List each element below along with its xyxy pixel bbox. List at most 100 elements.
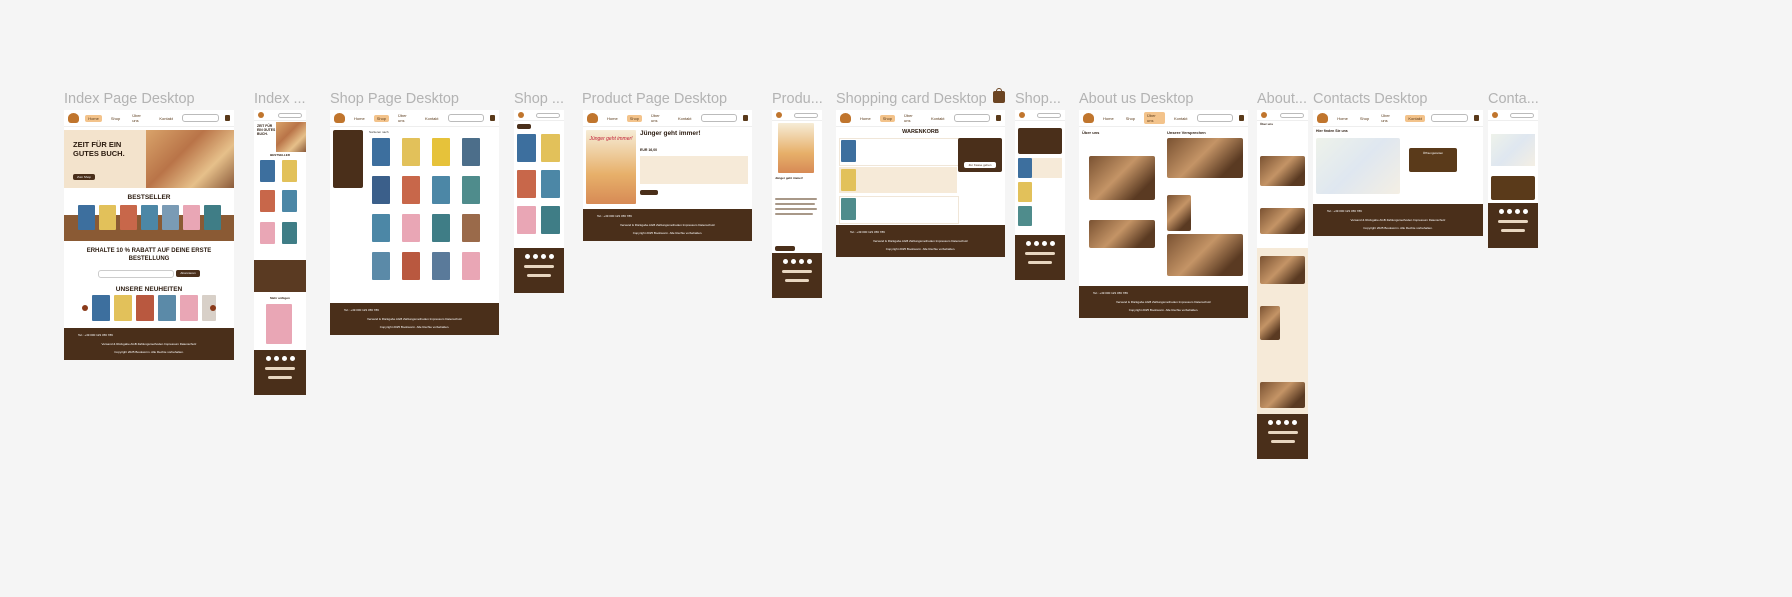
search-input[interactable] [700,114,738,122]
book-cover[interactable] [183,205,200,230]
search-input[interactable] [1196,114,1234,122]
book-cover[interactable] [1018,158,1032,178]
frame-label-product-desktop[interactable]: Product Page Desktop [582,91,762,107]
frame-label-product-mobile[interactable]: Produ... [772,91,824,107]
book-cover[interactable] [841,140,856,162]
nav-home[interactable]: Home [604,115,621,122]
nav-home[interactable]: Home [351,115,368,122]
shop-mobile-frame[interactable] [514,110,564,293]
cart-icon[interactable] [743,115,748,121]
cart-item[interactable] [839,167,957,193]
book-cover[interactable] [158,295,176,321]
index-desktop-frame[interactable]: Home Shop Über uns Kontakt ZEIT FÜR EIN … [64,110,234,360]
book-cover[interactable] [541,206,560,234]
book-cover[interactable] [120,205,137,230]
sort-label[interactable]: Sortieren nach [369,130,389,134]
book-cover[interactable] [1018,182,1032,202]
shop-desktop-frame[interactable]: Home Shop Über uns Kontakt Sortieren nac… [330,110,499,335]
frame-label-cart-mobile[interactable]: Shop... [1015,91,1067,107]
nav-about[interactable]: Über uns [901,112,922,124]
nav-about[interactable]: Über uns [129,112,150,124]
frame-label-about-desktop[interactable]: About us Desktop [1079,91,1249,107]
add-to-cart-button[interactable] [775,246,795,251]
book-cover[interactable] [282,160,297,182]
book-cover[interactable] [462,138,480,166]
nav-shop[interactable]: Shop [1123,115,1138,122]
product-mobile-frame[interactable]: Jünger geht immer! [772,110,822,298]
book-cover[interactable] [266,304,292,344]
category-sidebar[interactable] [333,130,363,188]
footer-links[interactable]: Versand & Rückgabe AGB Zahlungsmethoden … [1313,218,1483,222]
nav-shop[interactable]: Shop [373,114,390,122]
book-cover[interactable] [204,205,221,230]
nav-home[interactable]: Home [1334,115,1351,122]
cart-desktop-frame[interactable]: Home Shop Über uns Kontakt WARENKORB Zur… [836,110,1005,257]
book-cover[interactable] [372,138,390,166]
filter-button[interactable] [517,124,531,129]
footer-links[interactable]: Versand & Rückgabe AGB Zahlungsmethoden … [1079,300,1248,304]
nav-about[interactable]: Über uns [1144,112,1165,124]
book-cover[interactable] [402,176,420,204]
nav-contact[interactable]: Kontakt [1171,115,1191,122]
cart-icon[interactable] [1239,115,1244,121]
frame-label-about-mobile[interactable]: About... [1257,91,1309,107]
book-cover[interactable] [92,295,110,321]
book-cover[interactable] [180,295,198,321]
book-cover[interactable] [136,295,154,321]
nav-contact[interactable]: Kontakt [422,115,442,122]
frame-label-shop-mobile[interactable]: Shop ... [514,91,566,107]
book-cover[interactable] [541,170,560,198]
book-cover[interactable] [99,205,116,230]
book-cover[interactable] [162,205,179,230]
book-cover[interactable] [841,198,856,220]
book-cover[interactable] [462,252,480,280]
hero-shop-button[interactable]: Zum Shop [73,174,95,180]
search-input[interactable] [181,114,220,122]
book-cover[interactable] [517,134,536,162]
nav-shop[interactable]: Shop [626,114,643,122]
carousel-next-button[interactable] [210,305,216,311]
book-cover[interactable] [402,252,420,280]
book-cover[interactable] [517,170,536,198]
search-input[interactable] [278,112,302,118]
nav-home[interactable]: Home [1100,115,1117,122]
contacts-mobile-frame[interactable] [1488,110,1538,248]
contacts-desktop-frame[interactable]: Home Shop Über uns Kontakt Hier finden S… [1313,110,1483,236]
store-map[interactable] [1316,138,1400,194]
newsletter-subscribe-button[interactable]: Abonnieren [176,270,200,277]
index-mobile-frame[interactable]: ZEIT FÜR EIN GUTES BUCH. BESTSELLER Mehr… [254,110,306,395]
nav-shop[interactable]: Shop [108,115,123,122]
nav-shop[interactable]: Shop [879,114,896,122]
checkout-button[interactable]: Zur Kasse gehen [964,162,996,168]
about-desktop-frame[interactable]: Home Shop Über uns Kontakt Über uns Unse… [1079,110,1248,318]
book-cover[interactable] [260,222,275,244]
book-cover[interactable] [282,190,297,212]
book-cover[interactable] [372,214,390,242]
footer-links[interactable]: Versand & Rückgabe AGB Zahlungsmethoden … [64,342,234,346]
book-cover[interactable] [432,138,450,166]
frame-label-contacts-mobile[interactable]: Conta... [1488,91,1540,107]
cart-icon[interactable] [490,115,495,121]
book-cover[interactable] [282,222,297,244]
add-to-cart-button[interactable] [640,190,658,195]
frame-label-cart-desktop[interactable]: Shopping card Desktop [836,91,986,107]
book-cover[interactable] [541,134,560,162]
nav-contact[interactable]: Kontakt [1405,114,1425,122]
nav-about[interactable]: Über uns [1378,112,1399,124]
store-map[interactable] [1491,134,1535,166]
search-input[interactable] [1430,114,1469,122]
book-cover[interactable] [462,176,480,204]
nav-home[interactable]: Home [85,114,102,122]
book-cover[interactable] [372,176,390,204]
carousel-prev-button[interactable] [82,305,88,311]
cart-mobile-frame[interactable] [1015,110,1065,280]
footer-links[interactable]: Versand & Rückgabe AGB Zahlungsmethoden … [836,239,1005,243]
book-cover[interactable] [841,169,856,191]
nav-contact[interactable]: Kontakt [928,115,948,122]
book-cover[interactable] [372,252,390,280]
cart-icon[interactable] [225,115,230,121]
search-input[interactable] [447,114,485,122]
book-cover[interactable] [114,295,132,321]
nav-home[interactable]: Home [857,115,874,122]
product-desktop-frame[interactable]: Home Shop Über uns Kontakt Jünger geht i… [583,110,752,241]
